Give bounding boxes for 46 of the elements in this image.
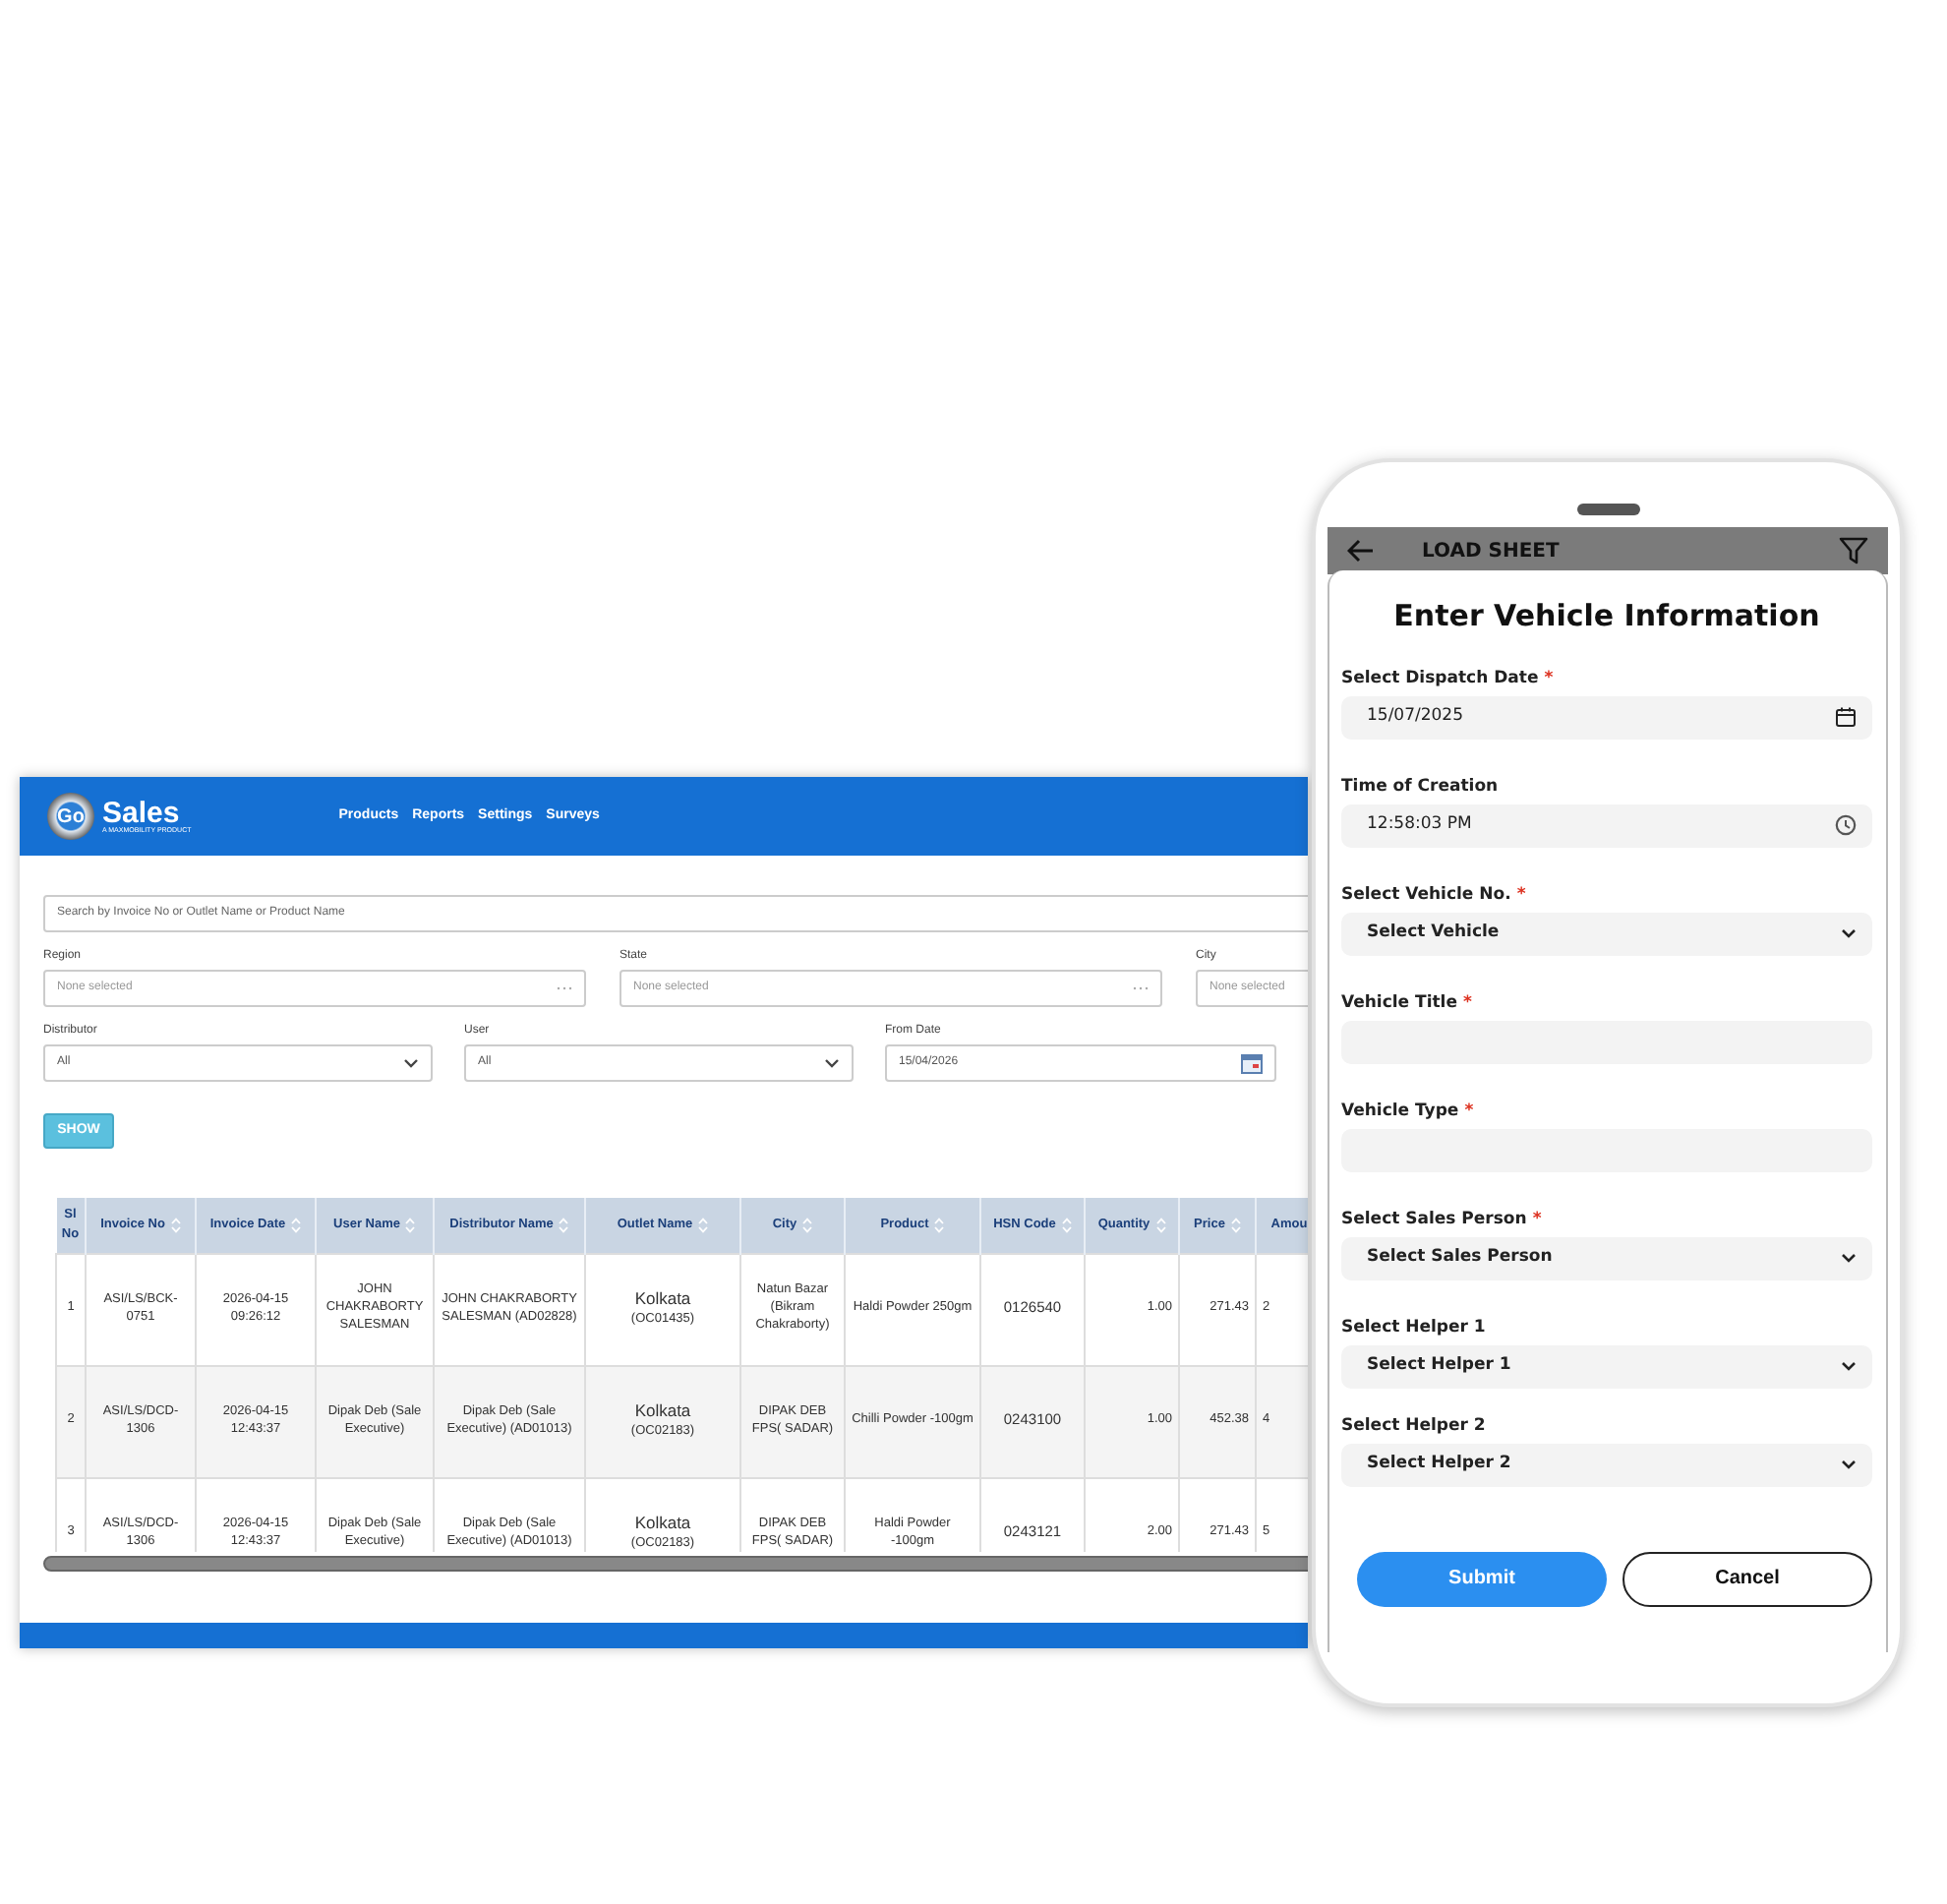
outlet-name: Kolkata [632,1513,693,1536]
sort-icon[interactable] [1230,1217,1241,1233]
chevron-down-icon[interactable] [1841,1459,1857,1469]
ellipsis-icon [557,985,572,991]
outlet-name: Kolkata [632,1400,693,1424]
speaker-slot [1577,504,1640,515]
sort-icon[interactable] [1061,1217,1072,1233]
filter-icon[interactable] [1839,537,1868,565]
back-icon[interactable] [1347,539,1375,563]
chevron-down-icon[interactable] [1841,1361,1857,1371]
date-field[interactable]: 15/07/2025 [1341,695,1872,739]
sort-icon[interactable] [934,1217,945,1233]
field-label: Select Vehicle No. * [1341,882,1528,908]
time-field[interactable]: 12:58:03 PM [1341,803,1872,847]
outlet-name: Kolkata [632,1288,693,1312]
ellipsis-icon [1133,985,1149,991]
field-label: Select Helper 1 [1341,1315,1488,1340]
select-field[interactable]: Select Sales Person [1341,1236,1872,1279]
select-field[interactable]: Select Helper 1 [1341,1344,1872,1388]
sort-icon[interactable] [291,1217,302,1233]
horizontal-scrollbar[interactable] [43,1556,1308,1572]
sort-icon[interactable] [802,1217,813,1233]
select-field[interactable]: Select Helper 2 [1341,1443,1872,1486]
logo-text: Sales [102,798,180,828]
form-heading: Enter Vehicle Information [1391,596,1822,637]
sort-icon[interactable] [698,1217,709,1233]
field-label: Vehicle Type * [1341,1099,1476,1124]
logo-mark: Go [47,793,94,840]
sort-icon[interactable] [1155,1217,1166,1233]
sort-icon[interactable] [559,1217,569,1233]
select-field[interactable]: Select Vehicle [1341,912,1872,955]
field-label: Vehicle Title * [1341,990,1474,1016]
screen-title: LOAD SHEET [1422,538,1562,565]
chevron-down-icon[interactable] [1841,1253,1857,1263]
sort-icon[interactable] [170,1217,181,1233]
chevron-down-icon [824,1058,840,1068]
field-label: Select Sales Person * [1341,1207,1544,1232]
clock-icon[interactable] [1835,814,1857,836]
calendar-icon[interactable] [1835,706,1857,728]
chevron-down-icon [403,1058,419,1068]
cancel-button[interactable]: Cancel [1622,1551,1872,1606]
chevron-down-icon[interactable] [1841,928,1857,938]
field-label: Time of Creation [1341,774,1501,800]
sort-icon[interactable] [405,1217,416,1233]
field-label: Select Helper 2 [1341,1413,1488,1439]
field-label: Select Dispatch Date * [1341,666,1556,691]
